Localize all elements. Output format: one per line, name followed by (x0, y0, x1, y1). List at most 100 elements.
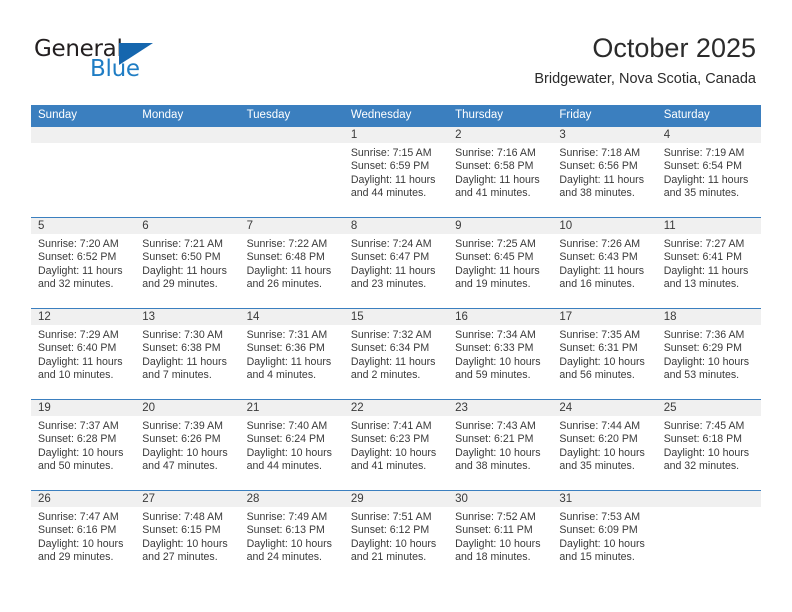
daylight-duration-line2: and 32 minutes. (38, 278, 114, 291)
daylight-duration-line1: Daylight: 10 hours (38, 446, 124, 459)
calendar-day-cell[interactable]: 18 Sunrise: 7:36 AM Sunset: 6:29 PM Dayligh… (656, 308, 761, 400)
sunset-time: Sunset: 6:29 PM (663, 342, 743, 355)
day-details: Sunrise: 7:40 AM Sunset: 6:24 PM Daylight:… (240, 416, 344, 474)
day-details: Sunrise: 7:51 AM Sunset: 6:12 PM Daylight:… (344, 507, 448, 565)
calendar-day-cell[interactable]: 7 Sunrise: 7:22 AM Sunset: 6:48 PM Daylight… (239, 217, 344, 309)
day-number: 21 (239, 400, 344, 416)
calendar-day-cell[interactable]: 31 Sunrise: 7:53 AM Sunset: 6:09 PM Dayligh… (552, 490, 657, 581)
day-number: 28 (239, 491, 344, 507)
calendar-cell-inner: 22 Sunrise: 7:41 AM Sunset: 6:23 PM Dayligh… (343, 400, 449, 490)
calendar-day-cell[interactable]: 4 Sunrise: 7:19 AM Sunset: 6:54 PM Daylight… (656, 126, 761, 218)
day-number (239, 127, 344, 143)
sunset-time: Sunset: 6:56 PM (559, 160, 638, 173)
calendar-cell-inner: 18 Sunrise: 7:36 AM Sunset: 6:29 PM Dayligh… (656, 309, 761, 399)
day-number (135, 127, 240, 143)
daylight-duration-line2: and 18 minutes. (455, 551, 531, 564)
calendar-day-cell[interactable]: 16 Sunrise: 7:34 AM Sunset: 6:33 PM Dayligh… (448, 308, 553, 400)
day-details: Sunrise: 7:15 AM Sunset: 6:59 PM Daylight:… (344, 143, 448, 201)
day-details: Sunrise: 7:25 AM Sunset: 6:45 PM Daylight:… (448, 234, 552, 292)
daylight-duration-line1: Daylight: 11 hours (559, 173, 645, 186)
calendar-cell-inner: 12 Sunrise: 7:29 AM Sunset: 6:40 PM Dayligh… (31, 309, 136, 399)
calendar-day-cell[interactable]: 11 Sunrise: 7:27 AM Sunset: 6:41 PM Dayligh… (656, 217, 761, 309)
daylight-duration-line2: and 24 minutes. (246, 551, 322, 564)
daylight-duration-line2: and 53 minutes. (663, 369, 740, 382)
daylight-duration-line2: and 35 minutes. (663, 187, 740, 200)
daylight-duration-line2: and 26 minutes. (246, 278, 322, 291)
sunrise-time: Sunrise: 7:29 AM (38, 329, 119, 341)
day-number: 24 (552, 400, 657, 416)
day-number: 23 (448, 400, 553, 416)
calendar-day-cell[interactable]: 20 Sunrise: 7:39 AM Sunset: 6:26 PM Dayligh… (135, 399, 240, 491)
daylight-duration-line2: and 2 minutes. (350, 369, 421, 382)
sunrise-time: Sunrise: 7:20 AM (38, 238, 119, 250)
calendar-week-row: 5 Sunrise: 7:20 AM Sunset: 6:52 PM Daylight… (31, 217, 761, 309)
day-details: Sunrise: 7:21 AM Sunset: 6:50 PM Daylight:… (135, 234, 239, 292)
sunrise-time: Sunrise: 7:40 AM (246, 420, 328, 432)
calendar-day-cell[interactable]: 8 Sunrise: 7:24 AM Sunset: 6:47 PM Daylight… (343, 217, 449, 309)
day-details: Sunrise: 7:36 AM Sunset: 6:29 PM Daylight:… (657, 325, 761, 383)
calendar-day-cell[interactable]: 3 Sunrise: 7:18 AM Sunset: 6:56 PM Daylight… (552, 126, 657, 218)
sunrise-time: Sunrise: 7:43 AM (455, 420, 536, 432)
day-details: Sunrise: 7:26 AM Sunset: 6:43 PM Daylight:… (552, 234, 656, 292)
sunrise-time: Sunrise: 7:35 AM (559, 329, 641, 341)
weekday-header-monday: Monday (135, 105, 240, 127)
calendar-cell-empty (239, 126, 344, 218)
calendar-cell-inner: 2 Sunrise: 7:16 AM Sunset: 6:58 PM Daylight… (448, 127, 553, 217)
daylight-duration-line1: Daylight: 11 hours (559, 264, 645, 277)
daylight-duration-line2: and 35 minutes. (559, 460, 635, 473)
calendar-day-cell[interactable]: 6 Sunrise: 7:21 AM Sunset: 6:50 PM Daylight… (135, 217, 240, 309)
calendar-day-cell[interactable]: 1 Sunrise: 7:15 AM Sunset: 6:59 PM Daylight… (343, 126, 449, 218)
calendar-cell-inner: 7 Sunrise: 7:22 AM Sunset: 6:48 PM Daylight… (239, 218, 344, 308)
day-details: Sunrise: 7:39 AM Sunset: 6:26 PM Daylight:… (135, 416, 239, 474)
daylight-duration-line1: Daylight: 10 hours (559, 446, 645, 459)
sunset-time: Sunset: 6:58 PM (455, 160, 534, 173)
daylight-duration-line2: and 32 minutes. (663, 460, 740, 473)
sunset-time: Sunset: 6:43 PM (559, 251, 638, 264)
sunset-time: Sunset: 6:41 PM (663, 251, 743, 264)
calendar-day-cell[interactable]: 9 Sunrise: 7:25 AM Sunset: 6:45 PM Daylight… (448, 217, 553, 309)
day-details: Sunrise: 7:16 AM Sunset: 6:58 PM Daylight:… (448, 143, 552, 201)
calendar-day-cell[interactable]: 14 Sunrise: 7:31 AM Sunset: 6:36 PM Dayligh… (239, 308, 344, 400)
calendar-day-cell[interactable]: 19 Sunrise: 7:37 AM Sunset: 6:28 PM Dayligh… (31, 399, 136, 491)
daylight-duration-line1: Daylight: 11 hours (350, 173, 436, 186)
calendar-day-cell[interactable]: 13 Sunrise: 7:30 AM Sunset: 6:38 PM Dayligh… (135, 308, 240, 400)
day-number: 19 (31, 400, 136, 416)
calendar-day-cell[interactable]: 26 Sunrise: 7:47 AM Sunset: 6:16 PM Dayligh… (31, 490, 136, 581)
calendar-cell-inner: 29 Sunrise: 7:51 AM Sunset: 6:12 PM Dayligh… (343, 491, 449, 581)
daylight-duration-line1: Daylight: 11 hours (350, 355, 436, 368)
day-number (656, 491, 761, 507)
calendar-cell-inner: 31 Sunrise: 7:53 AM Sunset: 6:09 PM Dayligh… (552, 491, 657, 581)
sunrise-time: Sunrise: 7:30 AM (142, 329, 223, 341)
calendar-day-cell[interactable]: 15 Sunrise: 7:32 AM Sunset: 6:34 PM Dayligh… (343, 308, 449, 400)
day-number: 17 (552, 309, 657, 325)
calendar-cell-inner: 9 Sunrise: 7:25 AM Sunset: 6:45 PM Daylight… (448, 218, 553, 308)
calendar-day-cell[interactable]: 24 Sunrise: 7:44 AM Sunset: 6:20 PM Dayligh… (552, 399, 657, 491)
calendar-day-cell[interactable]: 5 Sunrise: 7:20 AM Sunset: 6:52 PM Daylight… (31, 217, 136, 309)
daylight-duration-line2: and 38 minutes. (455, 460, 531, 473)
calendar-day-cell[interactable]: 2 Sunrise: 7:16 AM Sunset: 6:58 PM Daylight… (448, 126, 553, 218)
daylight-duration-line1: Daylight: 11 hours (246, 264, 332, 277)
day-number: 11 (656, 218, 761, 234)
weekday-header-friday: Friday (552, 105, 657, 127)
calendar-day-cell[interactable]: 25 Sunrise: 7:45 AM Sunset: 6:18 PM Dayligh… (656, 399, 761, 491)
daylight-duration-line1: Daylight: 10 hours (350, 446, 437, 459)
calendar-day-cell[interactable]: 10 Sunrise: 7:26 AM Sunset: 6:43 PM Dayligh… (552, 217, 657, 309)
calendar-cell-inner: 15 Sunrise: 7:32 AM Sunset: 6:34 PM Dayligh… (343, 309, 449, 399)
calendar-day-cell[interactable]: 17 Sunrise: 7:35 AM Sunset: 6:31 PM Dayligh… (552, 308, 657, 400)
sunset-time: Sunset: 6:24 PM (246, 433, 325, 446)
day-number: 8 (343, 218, 449, 234)
calendar-day-cell[interactable]: 30 Sunrise: 7:52 AM Sunset: 6:11 PM Dayligh… (448, 490, 553, 581)
calendar-day-cell[interactable]: 23 Sunrise: 7:43 AM Sunset: 6:21 PM Dayligh… (448, 399, 553, 491)
day-number: 15 (343, 309, 449, 325)
daylight-duration-line2: and 10 minutes. (38, 369, 114, 382)
day-number: 30 (448, 491, 553, 507)
calendar-day-cell[interactable]: 12 Sunrise: 7:29 AM Sunset: 6:40 PM Dayligh… (31, 308, 136, 400)
daylight-duration-line1: Daylight: 10 hours (246, 537, 332, 550)
calendar-day-cell[interactable]: 29 Sunrise: 7:51 AM Sunset: 6:12 PM Dayligh… (343, 490, 449, 581)
sunrise-time: Sunrise: 7:36 AM (663, 329, 745, 341)
calendar-day-cell[interactable]: 27 Sunrise: 7:48 AM Sunset: 6:15 PM Dayligh… (135, 490, 240, 581)
calendar-day-cell[interactable]: 21 Sunrise: 7:40 AM Sunset: 6:24 PM Dayligh… (239, 399, 344, 491)
calendar-day-cell[interactable]: 22 Sunrise: 7:41 AM Sunset: 6:23 PM Dayligh… (343, 399, 449, 491)
weekday-header-saturday: Saturday (656, 105, 761, 127)
calendar-day-cell[interactable]: 28 Sunrise: 7:49 AM Sunset: 6:13 PM Dayligh… (239, 490, 344, 581)
